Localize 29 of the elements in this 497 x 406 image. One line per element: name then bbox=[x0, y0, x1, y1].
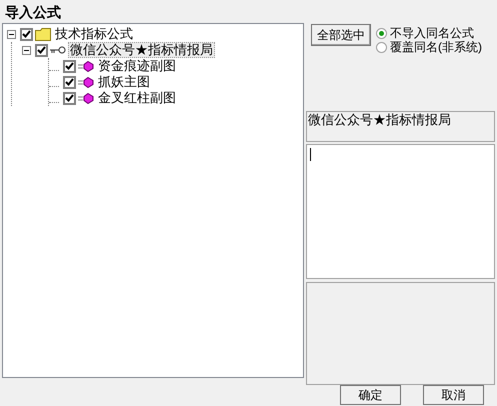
gem-icon bbox=[78, 60, 94, 72]
tree-item[interactable]: 资金痕迹副图 bbox=[96, 58, 178, 74]
checkbox[interactable] bbox=[63, 92, 76, 104]
collapse-icon[interactable] bbox=[22, 46, 31, 54]
text-cursor bbox=[310, 148, 311, 161]
select-all-button[interactable]: 全部选中 bbox=[311, 24, 371, 46]
option-label: 不导入同名公式 bbox=[390, 26, 474, 40]
tree-item[interactable]: 微信公众号★指标情报局 bbox=[68, 42, 215, 58]
tree-item[interactable]: 抓妖主图 bbox=[96, 74, 152, 90]
gem-icon bbox=[78, 92, 94, 104]
folder-icon bbox=[35, 28, 51, 40]
collapse-icon[interactable] bbox=[7, 30, 16, 38]
gem-icon bbox=[78, 76, 94, 88]
name-box: 微信公众号★指标情报局 bbox=[306, 111, 495, 142]
tree-item[interactable]: 金叉红柱副图 bbox=[96, 90, 178, 106]
radio-button[interactable] bbox=[376, 28, 387, 38]
text-area[interactable] bbox=[306, 144, 495, 279]
checkbox[interactable] bbox=[20, 28, 33, 40]
checkbox[interactable] bbox=[35, 44, 48, 56]
key-icon bbox=[50, 46, 66, 54]
dialog-button[interactable]: 确定 bbox=[340, 385, 401, 405]
formula-tree[interactable]: 技术指标公式 微信公众号★指标情报局 资金痕迹副图 抓妖主图 金叉红柱副图 bbox=[2, 23, 304, 378]
checkbox[interactable] bbox=[63, 76, 76, 88]
window-title: 导入公式 bbox=[4, 3, 62, 22]
checkbox[interactable] bbox=[63, 60, 76, 72]
radio-button[interactable] bbox=[376, 42, 387, 52]
option-label: 覆盖同名(非系统) bbox=[390, 40, 482, 54]
tree-item[interactable]: 技术指标公式 bbox=[53, 26, 135, 42]
dialog-button[interactable]: 取消 bbox=[423, 385, 484, 405]
